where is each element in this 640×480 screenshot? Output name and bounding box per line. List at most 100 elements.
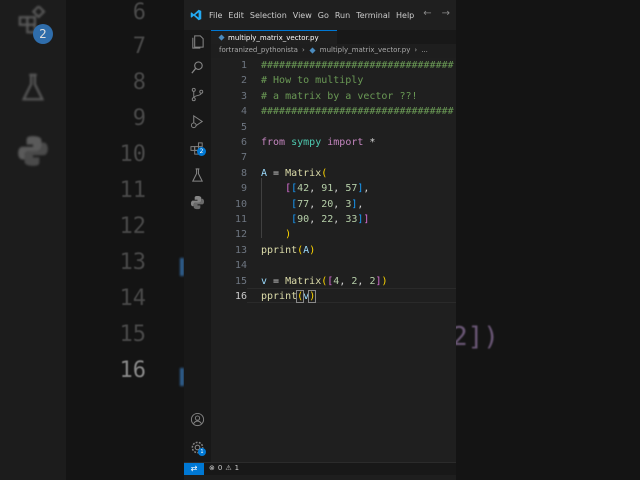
code-token: , — [357, 275, 370, 287]
line-number: 4 — [240, 106, 247, 118]
search-icon[interactable] — [190, 60, 205, 75]
explorer-icon[interactable] — [190, 34, 205, 49]
code-token: 77 — [297, 198, 310, 210]
code-editor[interactable]: 1 ################################ 2 # How … — [211, 58, 456, 462]
code-line[interactable]: 16 pprint(v) — [211, 289, 456, 304]
breadcrumb-folder[interactable]: fortranized_pythonista — [219, 46, 298, 54]
code-token: Matrix — [285, 167, 322, 179]
code-token: 57 — [345, 183, 358, 195]
code-token: pprint — [261, 244, 298, 256]
code-token: , — [333, 198, 346, 210]
code-line[interactable]: 9 [[42, 91, 57], — [211, 181, 456, 196]
account-icon[interactable] — [190, 412, 205, 427]
menu-help[interactable]: Help — [396, 11, 414, 20]
code-token: Matrix — [285, 275, 322, 287]
menu-view[interactable]: View — [293, 11, 312, 20]
vscode-window: File Edit Selection View Go Run Terminal… — [184, 0, 456, 480]
code-line[interactable]: 5 — [211, 120, 456, 135]
code-line[interactable]: 10 [77, 20, 3], — [211, 197, 456, 212]
code-token: 33 — [345, 214, 358, 225]
code-token: , — [309, 183, 322, 195]
code-token: # How to multiply — [261, 75, 364, 87]
code-line[interactable]: 15 v = Matrix([4, 2, 2]) — [211, 274, 456, 289]
background-extensions-badge: 2 — [33, 24, 53, 44]
code-token: 90 — [297, 214, 310, 225]
code-token: sympy — [291, 137, 322, 148]
line-code: A = Matrix( — [261, 166, 327, 181]
vscode-logo-icon — [190, 9, 202, 21]
menu-selection[interactable]: Selection — [250, 11, 287, 20]
problems-indicator[interactable]: ⊗ 0 ⚠ 1 — [209, 464, 239, 472]
settings-badge: 1 — [198, 448, 206, 456]
line-code: pprint(A) — [261, 243, 315, 258]
line-number: 1 — [240, 60, 247, 71]
code-token: ################################ — [261, 106, 454, 118]
error-icon: ⊗ — [209, 464, 215, 472]
code-token: # a matrix by a vector ??! — [261, 90, 418, 102]
code-line[interactable]: 1 ################################ — [211, 58, 456, 73]
line-number: 2 — [240, 75, 247, 87]
python-file-icon — [218, 34, 225, 41]
chevron-right-icon: › — [301, 46, 305, 54]
code-line[interactable]: 14 — [211, 258, 456, 273]
breadcrumb-more[interactable]: ... — [421, 46, 428, 54]
menu-run[interactable]: Run — [335, 11, 350, 20]
code-token: from — [261, 137, 286, 148]
remote-indicator-icon[interactable]: ⇄ — [184, 463, 204, 475]
source-control-icon[interactable] — [190, 87, 205, 102]
activity-bar: 2 1 — [184, 30, 211, 462]
code-token: ################################ — [261, 60, 454, 71]
code-token: , — [309, 214, 322, 225]
tab-bar: multiply_matrix_vector.py — [211, 30, 456, 44]
menu-go[interactable]: Go — [318, 11, 329, 20]
background-line-number: 10 — [119, 142, 147, 167]
code-token: 20 — [321, 198, 334, 210]
code-line[interactable]: 6 from sympy import * — [211, 135, 456, 150]
code-line[interactable]: 11 [90, 22, 33]] — [211, 212, 456, 227]
python-icon[interactable] — [190, 195, 205, 210]
background-line-number: 11 — [119, 178, 147, 203]
code-line[interactable]: 7 — [211, 150, 456, 165]
line-code: [[42, 91, 57], — [261, 181, 369, 196]
extensions-badge: 2 — [197, 147, 206, 156]
line-code: # How to multiply — [261, 73, 363, 88]
code-token: , — [333, 214, 346, 225]
line-number: 3 — [240, 90, 247, 102]
tab-label: multiply_matrix_vector.py — [228, 33, 319, 42]
line-code: ################################ — [261, 58, 454, 73]
background-line-number: 9 — [132, 106, 146, 131]
status-bar: ⇄ ⊗ 0 ⚠ 1 — [184, 462, 456, 475]
code-token: = — [267, 275, 286, 287]
run-debug-icon[interactable] — [190, 114, 205, 129]
tab-multiply-matrix-vector[interactable]: multiply_matrix_vector.py — [211, 30, 337, 44]
code-line[interactable]: 8 A = Matrix( — [211, 166, 456, 181]
code-token: pprint — [261, 291, 298, 302]
code-line[interactable]: 2 # How to multiply — [211, 73, 456, 88]
navigation-arrows: ← → — [423, 8, 450, 19]
error-count: 0 — [217, 464, 223, 472]
breadcrumb-file[interactable]: multiply_matrix_vector.py — [320, 46, 411, 54]
code-line[interactable]: 13 pprint(A) — [211, 243, 456, 258]
menu-bar: File Edit Selection View Go Run Terminal… — [209, 11, 414, 20]
testing-flask-icon[interactable] — [190, 168, 205, 183]
code-line[interactable]: 3 # a matrix by a vector ??! — [211, 89, 456, 104]
background-line-number: 7 — [132, 34, 146, 59]
background-current-line-number: 16 — [119, 358, 147, 383]
back-arrow-icon[interactable]: ← — [423, 8, 431, 19]
background-flask-icon — [18, 72, 48, 112]
code-line[interactable]: 12 ) — [211, 227, 456, 242]
forward-arrow-icon[interactable]: → — [442, 8, 450, 19]
code-token: , — [339, 275, 352, 287]
line-number: 5 — [240, 121, 247, 133]
code-token: 42 — [297, 183, 310, 195]
code-line[interactable]: 4 ################################ — [211, 104, 456, 119]
line-number: 15 — [234, 275, 247, 287]
code-token: 91 — [321, 183, 334, 195]
menu-file[interactable]: File — [209, 11, 222, 20]
line-code: # a matrix by a vector ??! — [261, 89, 418, 104]
line-number: 8 — [240, 167, 247, 179]
line-number: 10 — [234, 198, 247, 210]
menu-terminal[interactable]: Terminal — [356, 11, 390, 20]
menu-edit[interactable]: Edit — [228, 11, 244, 20]
